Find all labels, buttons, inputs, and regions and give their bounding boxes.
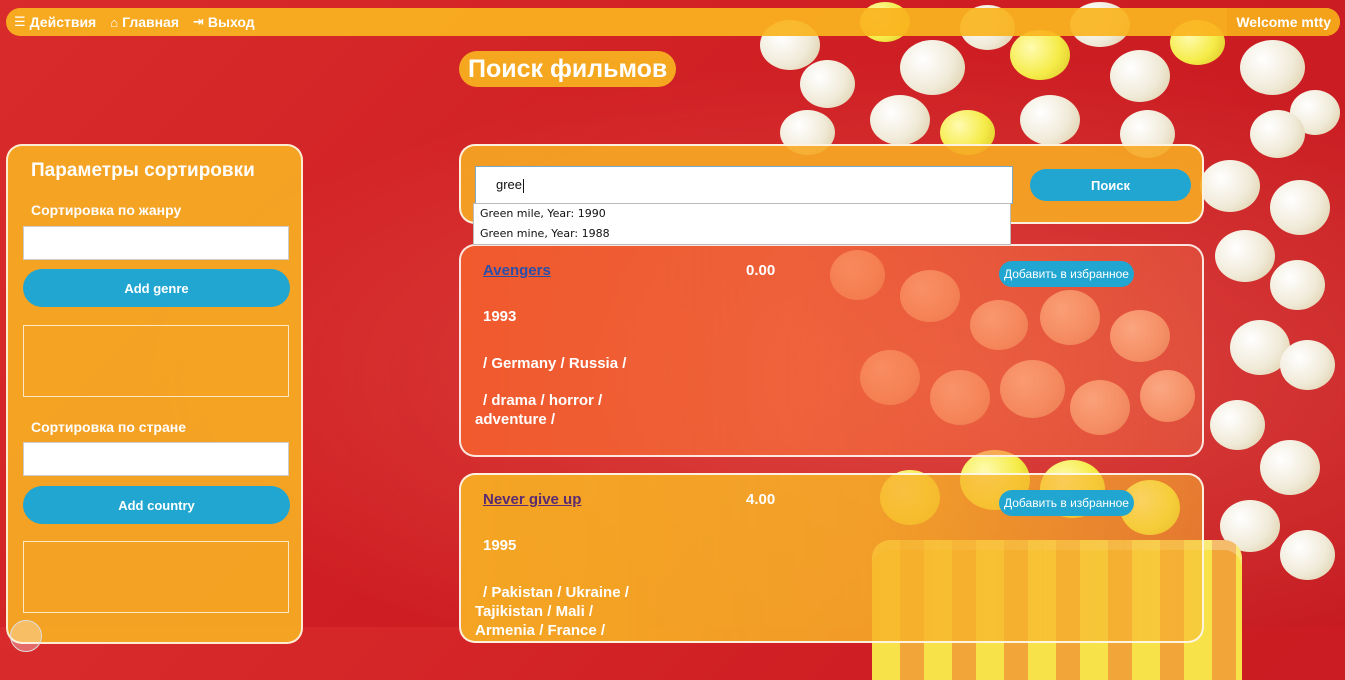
nav-actions[interactable]: ☰ Действия — [14, 14, 96, 30]
genre-list-box — [23, 325, 289, 397]
movie-year: 1995 — [483, 537, 517, 554]
country-input[interactable] — [23, 442, 289, 476]
text-caret — [523, 178, 525, 193]
home-icon: ⌂ — [110, 14, 119, 30]
movie-countries-line: Tajikistan / Mali / — [475, 603, 594, 620]
movie-rating: 0.00 — [746, 262, 776, 279]
add-to-favorites-button[interactable]: Добавить в избранное — [999, 490, 1134, 516]
movie-countries-line: / Pakistan / Ukraine / — [483, 584, 629, 601]
movie-rating: 4.00 — [746, 491, 776, 508]
genre-label: Сортировка по жанру — [31, 202, 182, 218]
list-icon: ☰ — [14, 14, 26, 29]
movie-title-link[interactable]: Never give up — [483, 491, 581, 508]
movie-card: Avengers 0.00 Добавить в избранное 1993 … — [459, 244, 1204, 457]
nav-home-label: Главная — [122, 14, 180, 30]
suggestion-item[interactable]: Green mile, Year: 1990 — [474, 204, 1010, 224]
sort-panel-title: Параметры сортировки — [31, 160, 255, 181]
movie-genres: / drama / horror / adventure / — [475, 391, 675, 429]
country-label: Сортировка по стране — [31, 419, 187, 435]
welcome-user: Welcome mtty — [1227, 8, 1340, 36]
top-navbar: ☰ Действия ⌂ Главная ⇥ Выход Welcome mtt… — [6, 8, 1340, 36]
nav-home[interactable]: ⌂ Главная — [110, 14, 179, 30]
search-suggestions: Green mile, Year: 1990 Green mine, Year:… — [473, 203, 1011, 245]
genre-input[interactable] — [23, 226, 289, 260]
nav-menu: ☰ Действия ⌂ Главная ⇥ Выход — [14, 8, 255, 36]
movie-countries: / Pakistan / Ukraine / Tajikistan / Mali… — [475, 583, 675, 640]
add-genre-button[interactable]: Add genre — [23, 269, 290, 307]
add-to-favorites-button[interactable]: Добавить в избранное — [999, 261, 1134, 287]
nav-actions-label: Действия — [29, 14, 97, 30]
search-button[interactable]: Поиск — [1030, 169, 1191, 201]
movie-countries-line: Armenia / France / — [475, 622, 606, 639]
movie-genres-line: / drama / horror / — [483, 392, 603, 409]
movie-genres-line: adventure / — [475, 411, 556, 428]
movie-year: 1993 — [483, 308, 517, 325]
nav-logout-label: Выход — [207, 14, 255, 30]
add-country-button[interactable]: Add country — [23, 486, 290, 524]
movie-title-link[interactable]: Avengers — [483, 262, 551, 279]
search-input-value: gree — [496, 177, 523, 192]
movie-card: Never give up 4.00 Добавить в избранное … — [459, 473, 1204, 643]
sign-out-icon: ⇥ — [193, 14, 204, 29]
movie-search-input[interactable]: gree — [475, 166, 1013, 204]
page-title: Поиск фильмов — [459, 51, 677, 87]
sort-panel: Параметры сортировки Сортировка по жанру… — [6, 144, 303, 644]
movie-countries: / Germany / Russia / — [483, 355, 627, 372]
scroll-top-icon[interactable] — [10, 620, 42, 652]
country-list-box — [23, 541, 289, 613]
suggestion-item[interactable]: Green mine, Year: 1988 — [474, 224, 1010, 244]
nav-logout[interactable]: ⇥ Выход — [193, 14, 255, 30]
